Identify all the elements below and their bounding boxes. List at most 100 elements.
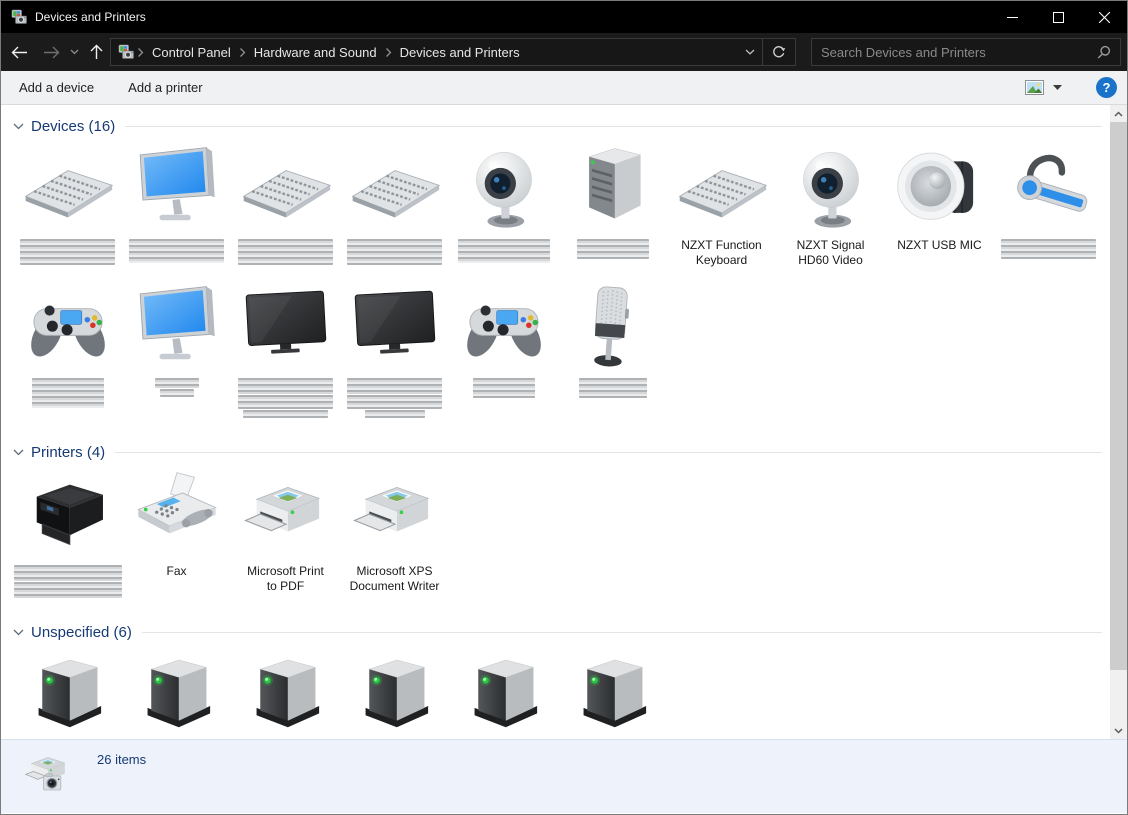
vertical-scrollbar[interactable] [1110,105,1127,739]
redacted-text-bar [14,565,122,581]
device-tile[interactable]: NZXT USB Device [231,649,340,739]
device-icon-box [13,649,122,739]
refresh-button[interactable] [763,39,795,65]
device-label-redacted [340,238,449,266]
device-tile[interactable] [13,143,122,268]
device-tile[interactable]: NZXT USB Device [340,649,449,739]
keyboard-icon [676,143,768,235]
help-button[interactable]: ? [1096,77,1117,98]
help-label: ? [1103,80,1111,95]
add-a-device-button[interactable]: Add a device [19,80,94,95]
device-icon-box [122,469,231,561]
redacted-text-bar [347,395,442,409]
device-tile[interactable] [994,143,1103,268]
headset-icon [1003,143,1095,235]
device-tile[interactable] [558,282,667,419]
redacted-text-bar [14,582,122,598]
scrollbar-track[interactable] [1110,122,1127,722]
redacted-text-bar [577,239,649,259]
device-tile[interactable] [13,469,122,599]
add-a-printer-button[interactable]: Add a printer [128,80,202,95]
device-tile[interactable]: NZXT KrakenZ Device [122,649,231,739]
device-icon-box [122,649,231,739]
change-view-button[interactable] [1025,80,1062,95]
device-tile[interactable]: NZXT USB Device [449,649,558,739]
section-header-devices[interactable]: Devices (16) [13,115,1110,137]
printer-icon [349,469,441,561]
search-input[interactable] [821,45,1097,60]
device-tile[interactable] [122,282,231,419]
redacted-text-bar [32,378,104,408]
section-header-unspecified[interactable]: Unspecified (6) [13,621,1110,643]
breadcrumb-item[interactable]: Control Panel [147,45,236,60]
device-tile[interactable] [558,649,667,739]
printer-camera-icon [19,748,77,804]
up-arrow-icon [90,44,103,60]
scroll-up-button[interactable] [1110,105,1127,122]
scrollbar-thumb[interactable] [1110,122,1127,670]
device-label-redacted [13,377,122,409]
device-tile[interactable] [231,282,340,419]
device-tile[interactable]: Microsoft XPS Document Writer [340,469,449,599]
redacted-text-bar [473,378,535,398]
previous-locations-button[interactable] [738,39,762,65]
printer-icon [240,469,332,561]
device-tile[interactable] [449,282,558,419]
forward-button[interactable] [37,33,65,71]
device-tile[interactable] [558,143,667,268]
chevron-down-icon [1114,728,1123,734]
breadcrumb-item[interactable]: Hardware and Sound [249,45,382,60]
device-icon-box [449,282,558,374]
device-tile[interactable]: NZXT Signal HD60 Video [776,143,885,268]
device-tile[interactable] [231,143,340,268]
monitor-icon [131,143,223,235]
main-area: Devices (16) NZXT Function KeyboardNZXT S… [1,105,1127,739]
section-header-printers[interactable]: Printers (4) [13,441,1110,463]
device-tile[interactable] [340,282,449,419]
section-unspecified: Unspecified (6)NZXT KrakenZ DeviceNZXT U… [13,621,1110,739]
tv-icon [240,282,332,374]
scroll-down-button[interactable] [1110,722,1127,739]
device-icon-box [340,282,449,374]
redacted-text-bar [160,389,194,397]
minimize-button[interactable] [989,1,1035,33]
view-thumbnail-icon [1025,80,1044,95]
back-button[interactable] [1,33,37,71]
navigation-bar: Control Panel Hardware and Sound Devices a… [1,33,1127,71]
address-bar[interactable]: Control Panel Hardware and Sound Devices a… [110,38,796,66]
device-icon-box [776,143,885,235]
device-icon-box [13,143,122,235]
search-icon[interactable] [1097,45,1111,59]
device-label-redacted [449,377,558,399]
device-tile[interactable]: NZXT Function Keyboard [667,143,776,268]
command-bar: Add a device Add a printer ? [1,71,1127,105]
section-divider [142,632,1102,633]
device-icon-box [231,143,340,235]
device-tile[interactable] [449,143,558,268]
device-tile[interactable]: Fax [122,469,231,599]
device-tile[interactable] [340,143,449,268]
redacted-text-bar [347,378,442,394]
device-tile[interactable] [122,143,231,268]
device-tile[interactable]: Microsoft Print to PDF [231,469,340,599]
device-icon-box [122,143,231,235]
device-label: NZXT Signal HD60 Video [776,238,885,268]
recent-locations-button[interactable] [65,33,83,71]
close-button[interactable] [1081,1,1127,33]
maximize-button[interactable] [1035,1,1081,33]
unspecified-tiles: NZXT KrakenZ DeviceNZXT USB DeviceNZXT U… [13,649,1110,739]
device-icon-box [558,649,667,739]
device-label-redacted [449,238,558,264]
device-tile[interactable]: NZXT USB MIC [885,143,994,268]
chevron-down-icon [13,449,24,456]
section-title: Unspecified (6) [31,624,132,641]
device-label-redacted [13,238,122,266]
device-tile[interactable] [13,282,122,419]
close-icon [1099,12,1110,23]
breadcrumb-item[interactable]: Devices and Printers [395,45,525,60]
redacted-text-bar [238,239,333,265]
device-label-redacted [558,238,667,260]
device-tile[interactable] [13,649,122,739]
up-button[interactable] [83,33,110,71]
window-title: Devices and Printers [35,10,146,24]
